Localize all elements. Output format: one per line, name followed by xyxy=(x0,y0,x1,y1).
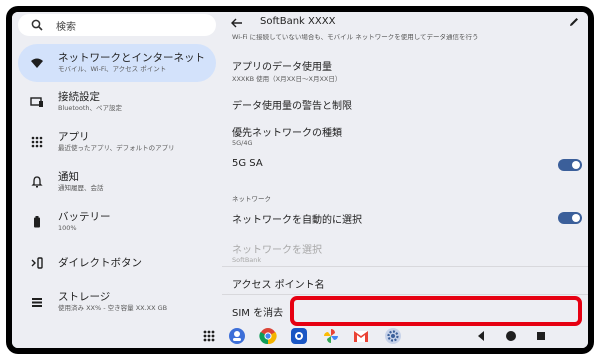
sidebar-item-subtitle: 100% xyxy=(58,224,77,232)
row-title: ネットワークを自動的に選択 xyxy=(232,215,362,226)
sidebar-item-subtitle: モバイル、Wi-Fi、アクセス ポイント xyxy=(58,65,167,73)
search-bar[interactable]: 検索 xyxy=(18,14,216,36)
sidebar-item-storage[interactable]: ストレージ 使用済み XX% - 空き容量 XX.XX GB xyxy=(18,283,216,321)
photos-icon[interactable] xyxy=(322,327,340,345)
5g-sa-row[interactable]: 5G SA xyxy=(222,154,588,184)
back-arrow-icon[interactable] xyxy=(230,16,244,30)
taskbar xyxy=(12,324,588,348)
divider xyxy=(222,294,588,295)
back-icon[interactable] xyxy=(472,327,490,345)
sidebar-item-subtitle: 最近使ったアプリ、デフォルトのアプリ xyxy=(58,144,175,152)
sidebar-item-title: 通知 xyxy=(58,171,79,183)
connected-devices-icon xyxy=(30,95,44,109)
row-title: 5G SA xyxy=(232,158,263,169)
row-title: ネットワークを選択 xyxy=(232,245,322,256)
apps-grid-icon[interactable] xyxy=(200,327,218,345)
bubble-app-icon[interactable] xyxy=(228,327,246,345)
chrome-icon[interactable] xyxy=(259,327,277,345)
search-placeholder: 検索 xyxy=(56,21,76,33)
home-icon[interactable] xyxy=(502,327,520,345)
direct-button-icon xyxy=(30,256,44,270)
5g-sa-toggle[interactable] xyxy=(558,159,582,171)
wifi-icon xyxy=(30,56,44,70)
top-app-bar: SoftBank XXXX xyxy=(222,12,588,34)
highlight-erase-sim xyxy=(290,296,582,326)
preferred-network-type-row[interactable]: 優先ネットワークの種類 5G/4G xyxy=(222,118,588,154)
sidebar-item-title: ネットワークとインターネット xyxy=(58,52,205,64)
bell-icon xyxy=(30,175,44,189)
divider xyxy=(222,266,588,267)
sidebar-item-network[interactable]: ネットワークとインターネット モバイル、Wi-Fi、アクセス ポイント xyxy=(18,44,216,82)
storage-icon xyxy=(30,295,44,309)
apps-grid-icon xyxy=(30,135,44,149)
row-subtitle: 5G/4G xyxy=(232,139,253,147)
auto-select-network-row[interactable]: ネットワークを自動的に選択 xyxy=(222,206,588,236)
settings-icon[interactable] xyxy=(384,327,402,345)
page-title: SoftBank XXXX xyxy=(260,16,336,27)
sidebar-item-title: ストレージ xyxy=(58,291,111,303)
sidebar-item-notifications[interactable]: 通知 通知履歴、会話 xyxy=(18,163,216,201)
sidebar-item-subtitle: 通知履歴、会話 xyxy=(58,184,104,192)
row-title: 優先ネットワークの種類 xyxy=(232,128,342,139)
row-title: SIM を消去 xyxy=(232,308,284,319)
gmail-icon[interactable] xyxy=(352,327,370,345)
row-subtitle: XXXKB 使用（X月XX日～X月XX日） xyxy=(232,75,342,83)
auto-select-toggle[interactable] xyxy=(558,212,582,224)
sidebar-item-direct-button[interactable]: ダイレクトボタン xyxy=(18,244,216,282)
mobile-data-description: Wi-Fi に接続していない場合も、モバイル ネットワークを使用してデータ通信を… xyxy=(232,34,479,40)
camera-icon[interactable] xyxy=(290,327,308,345)
search-icon xyxy=(31,19,43,31)
sidebar-item-battery[interactable]: バッテリー 100% xyxy=(18,203,216,241)
data-warning-row[interactable]: データ使用量の警告と制限 xyxy=(222,88,588,118)
sidebar-item-subtitle: 使用済み XX% - 空き容量 XX.XX GB xyxy=(58,304,168,312)
sidebar-item-apps[interactable]: アプリ 最近使ったアプリ、デフォルトのアプリ xyxy=(18,123,216,161)
row-title: データ使用量の警告と制限 xyxy=(232,101,352,112)
app-data-usage-row[interactable]: アプリのデータ使用量 XXXKB 使用（X月XX日～X月XX日） xyxy=(222,44,588,84)
sidebar-item-title: ダイレクトボタン xyxy=(58,256,142,269)
sim-settings-pane: SoftBank XXXX Wi-Fi に接続していない場合も、モバイル ネット… xyxy=(222,12,588,324)
sidebar-item-title: アプリ xyxy=(58,131,90,143)
recents-icon[interactable] xyxy=(532,327,550,345)
row-subtitle: SoftBank xyxy=(232,256,262,264)
sidebar-item-title: 接続設定 xyxy=(58,91,100,103)
sidebar-item-title: バッテリー xyxy=(58,211,111,223)
row-title: アクセス ポイント名 xyxy=(232,280,325,291)
sidebar-item-subtitle: Bluetooth、ペア設定 xyxy=(58,104,123,112)
pencil-icon[interactable] xyxy=(568,16,580,28)
battery-icon xyxy=(30,215,44,229)
sidebar-item-connected-devices[interactable]: 接続設定 Bluetooth、ペア設定 xyxy=(18,83,216,121)
section-header-network: ネットワーク xyxy=(232,195,271,203)
settings-sidebar: 検索 ネットワークとインターネット モバイル、Wi-Fi、アクセス ポイント 接… xyxy=(12,12,222,324)
access-point-names-row[interactable]: アクセス ポイント名 xyxy=(222,270,588,294)
row-title: アプリのデータ使用量 xyxy=(232,62,332,73)
